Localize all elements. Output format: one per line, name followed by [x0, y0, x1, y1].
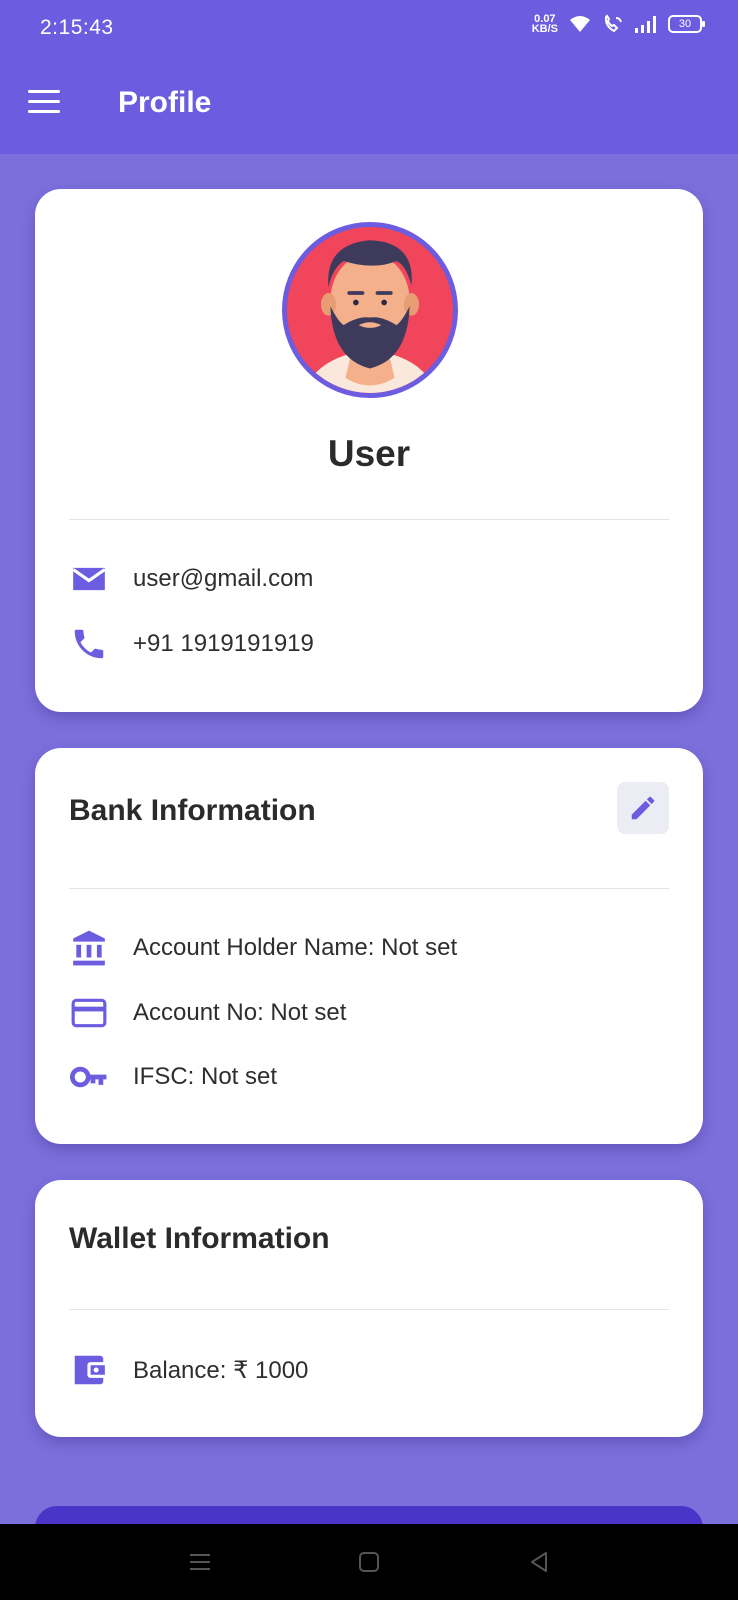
key-icon: [69, 1057, 109, 1097]
app-bar: Profile: [0, 58, 738, 154]
avatar: [282, 222, 458, 398]
divider: [69, 888, 669, 889]
phone-text: +91 1919191919: [133, 630, 314, 657]
bank-card: Bank Information Account Holder Name: No…: [35, 748, 703, 1144]
balance-text: Balance: ₹ 1000: [133, 1356, 309, 1384]
account-holder-row: Account Holder Name: Not set: [69, 928, 457, 968]
edit-bank-button[interactable]: [617, 782, 669, 834]
ifsc-text: IFSC: Not set: [133, 1063, 278, 1090]
email-row: user@gmail.com: [69, 559, 313, 599]
email-text: user@gmail.com: [133, 565, 314, 592]
status-icons: 0.07 KB/S 30: [531, 14, 705, 35]
page-title: Profile: [118, 86, 212, 119]
system-nav-bar: [0, 1524, 738, 1600]
phone-icon: [69, 624, 109, 664]
battery-icon: 30: [668, 15, 705, 33]
wallet-icon: [69, 1350, 109, 1390]
profile-card: User user@gmail.com +91 1919191919: [35, 189, 703, 712]
divider: [69, 519, 669, 520]
wallet-card: Wallet Information Balance: ₹ 1000: [35, 1180, 703, 1437]
recents-icon[interactable]: [184, 1546, 216, 1578]
status-time: 2:15:43: [40, 16, 114, 39]
wifi-icon: [570, 16, 590, 32]
bearded-man-avatar-icon: [287, 227, 453, 393]
bank-icon: [69, 928, 109, 968]
user-name: User: [327, 433, 411, 474]
email-icon: [69, 559, 109, 599]
account-holder-text: Account Holder Name: Not set: [133, 934, 458, 961]
back-icon[interactable]: [523, 1546, 555, 1578]
phone-row: +91 1919191919: [69, 624, 314, 664]
divider: [69, 1309, 669, 1310]
account-no-row: Account No: Not set: [69, 993, 346, 1033]
network-speed: 0.07 KB/S: [531, 14, 558, 35]
bank-title: Bank Information: [69, 794, 316, 827]
pencil-icon: [631, 796, 655, 820]
wallet-title: Wallet Information: [69, 1222, 330, 1255]
credit-card-icon: [69, 993, 109, 1033]
hamburger-menu-icon[interactable]: [28, 90, 62, 116]
network-speed-unit: KB/S: [531, 23, 558, 35]
status-bar: 2:15:43 0.07 KB/S 30: [0, 0, 738, 58]
ifsc-row: IFSC: Not set: [69, 1057, 277, 1097]
home-icon[interactable]: [353, 1546, 385, 1578]
balance-row: Balance: ₹ 1000: [69, 1350, 308, 1390]
signal-icon: [635, 16, 656, 33]
wifi-calling-icon: [604, 14, 622, 33]
account-no-text: Account No: Not set: [133, 999, 347, 1026]
